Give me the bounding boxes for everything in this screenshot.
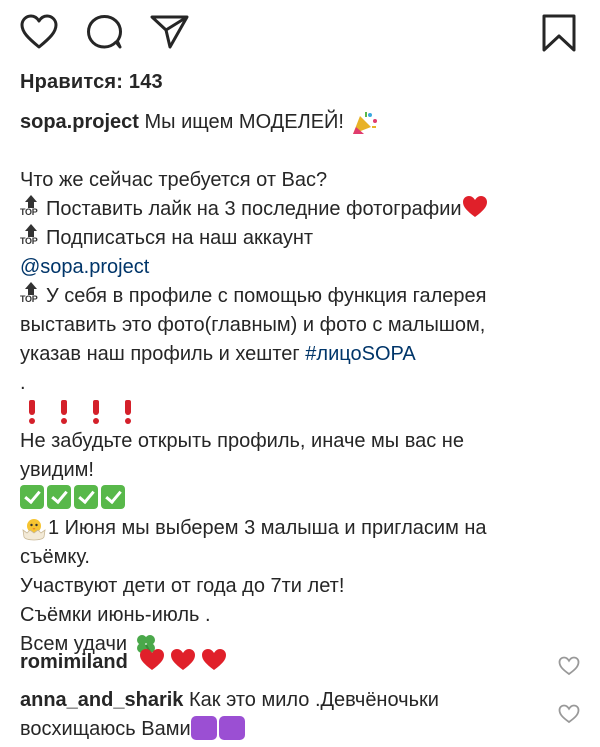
exclamation-row (20, 398, 580, 427)
post-caption: sopa.project Мы ищем МОДЕЛЕЙ! Что же сей… (20, 108, 580, 659)
top-arrow-icon: TOP (20, 195, 42, 219)
caption-date-1: 1 Июня мы выберем 3 малыша и пригласим н… (20, 514, 580, 543)
check-mark-icon (74, 485, 98, 509)
red-heart-icon (171, 649, 196, 670)
purple-heart-icon (218, 716, 245, 740)
comment-username[interactable]: romimiland (20, 651, 128, 673)
caption-item-1-text: Поставить лайк на 3 последние фотографии (46, 198, 462, 220)
post-action-bar (0, 0, 600, 62)
account-mention-link[interactable]: @sopa.project (20, 256, 149, 278)
caption-period: Съёмки июнь-июль . (20, 604, 211, 626)
paper-plane-icon[interactable] (150, 14, 190, 50)
caption-username[interactable]: sopa.project (20, 111, 139, 133)
check-mark-icon (101, 485, 125, 509)
comment-username[interactable]: anna_and_sharik (20, 689, 183, 711)
caption-title: Мы ищем МОДЕЛЕЙ! (144, 111, 344, 133)
red-heart-icon (202, 649, 227, 670)
caption-reminder-1: Не забудьте открыть профиль, иначе мы ва… (20, 430, 464, 452)
comment-like-heart-icon[interactable] (558, 704, 580, 724)
comment-item: anna_and_sharik Как это мило .Девчёночьк… (20, 686, 560, 744)
hatching-chick-icon (22, 518, 46, 541)
exclamation-icon (88, 398, 104, 424)
caption-item-3-text-1: У себя в профиле с помощью функция галер… (46, 285, 487, 307)
bookmark-icon[interactable] (541, 13, 577, 53)
caption-reminder-2: увидим! (20, 459, 94, 481)
caption-item-3-line-3: указав наш профиль и хештег #лицоSOPA (20, 340, 580, 369)
caption-title-line: sopa.project Мы ищем МОДЕЛЕЙ! (20, 108, 580, 137)
comment-text-2: восхищаюсь Вами (20, 718, 191, 740)
exclamation-icon (120, 398, 136, 424)
caption-date-text-1: 1 Июня мы выберем 3 малыша и пригласим н… (48, 517, 487, 539)
heart-outline-icon[interactable] (20, 14, 58, 50)
check-mark-icon (20, 485, 44, 509)
top-arrow-icon: TOP (20, 224, 42, 248)
comment-item: romimiland (20, 648, 560, 677)
caption-item-2: TOP Подписаться на наш аккаунт (20, 224, 580, 253)
purple-heart-icon (190, 716, 217, 740)
caption-item-1: TOP Поставить лайк на 3 последние фотогра… (20, 195, 580, 224)
caption-item-3-text-3: указав наш профиль и хештег (20, 343, 300, 365)
check-mark-icon (47, 485, 71, 509)
hashtag-link[interactable]: #лицоSOPA (305, 343, 415, 365)
top-arrow-icon: TOP (20, 282, 42, 306)
checkmark-row (20, 485, 580, 514)
caption-date-2: съёмку. (20, 546, 90, 568)
party-popper-icon (352, 111, 377, 134)
comment-bubble-icon[interactable] (86, 14, 124, 50)
caption-age: Участвуют дети от года до 7ти лет! (20, 575, 345, 597)
caption-item-2-text: Подписаться на наш аккаунт (46, 227, 314, 249)
comment-text-1: Как это мило .Девчёночьки (188, 689, 439, 711)
caption-account-line: @sopa.project (20, 253, 580, 282)
red-heart-icon (140, 649, 165, 670)
comment-like-heart-icon[interactable] (558, 656, 580, 676)
exclamation-icon (56, 398, 72, 424)
likes-count[interactable]: Нравится: 143 (20, 71, 163, 94)
caption-dot: . (20, 372, 26, 394)
red-heart-icon (462, 196, 487, 217)
caption-item-3-line-1: TOP У себя в профиле с помощью функция га… (20, 282, 580, 311)
exclamation-icon (24, 398, 40, 424)
caption-item-3-line-2: выставить это фото(главным) и фото с мал… (20, 314, 486, 336)
caption-question: Что же сейчас требуется от Вас? (20, 169, 328, 191)
